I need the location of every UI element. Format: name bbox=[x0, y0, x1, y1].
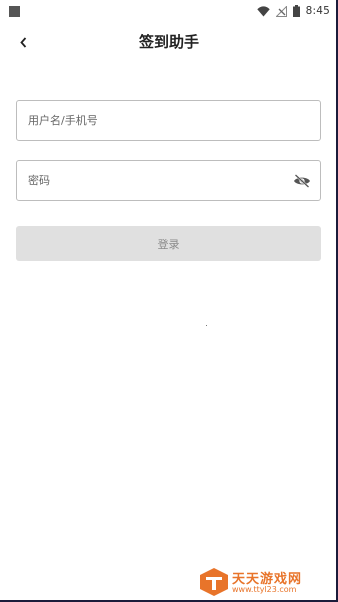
password-input[interactable] bbox=[17, 161, 320, 200]
watermark-logo-icon bbox=[200, 568, 228, 596]
username-input[interactable] bbox=[17, 101, 320, 140]
signal-icon bbox=[275, 5, 287, 17]
notification-icon bbox=[9, 5, 20, 17]
login-button[interactable]: 登录 bbox=[16, 226, 321, 261]
username-field[interactable] bbox=[16, 100, 321, 141]
app-header: 签到助手 bbox=[0, 26, 338, 58]
password-visibility-toggle[interactable] bbox=[292, 172, 312, 190]
page-title: 签到助手 bbox=[138, 33, 199, 51]
clock: 8:45 bbox=[305, 5, 330, 17]
watermark-url: www.ttyl23.com bbox=[232, 585, 297, 594]
site-watermark: 天天游戏网 www.ttyl23.com bbox=[196, 565, 336, 599]
stray-dot bbox=[206, 325, 207, 326]
battery-icon bbox=[292, 5, 300, 17]
wifi-icon bbox=[256, 5, 270, 16]
password-field[interactable] bbox=[16, 160, 321, 201]
device-frame bbox=[0, 0, 338, 602]
eye-off-icon bbox=[294, 174, 310, 188]
status-right: 8:45 bbox=[256, 5, 330, 17]
status-bar: 8:45 bbox=[0, 0, 338, 22]
status-left bbox=[9, 5, 20, 17]
